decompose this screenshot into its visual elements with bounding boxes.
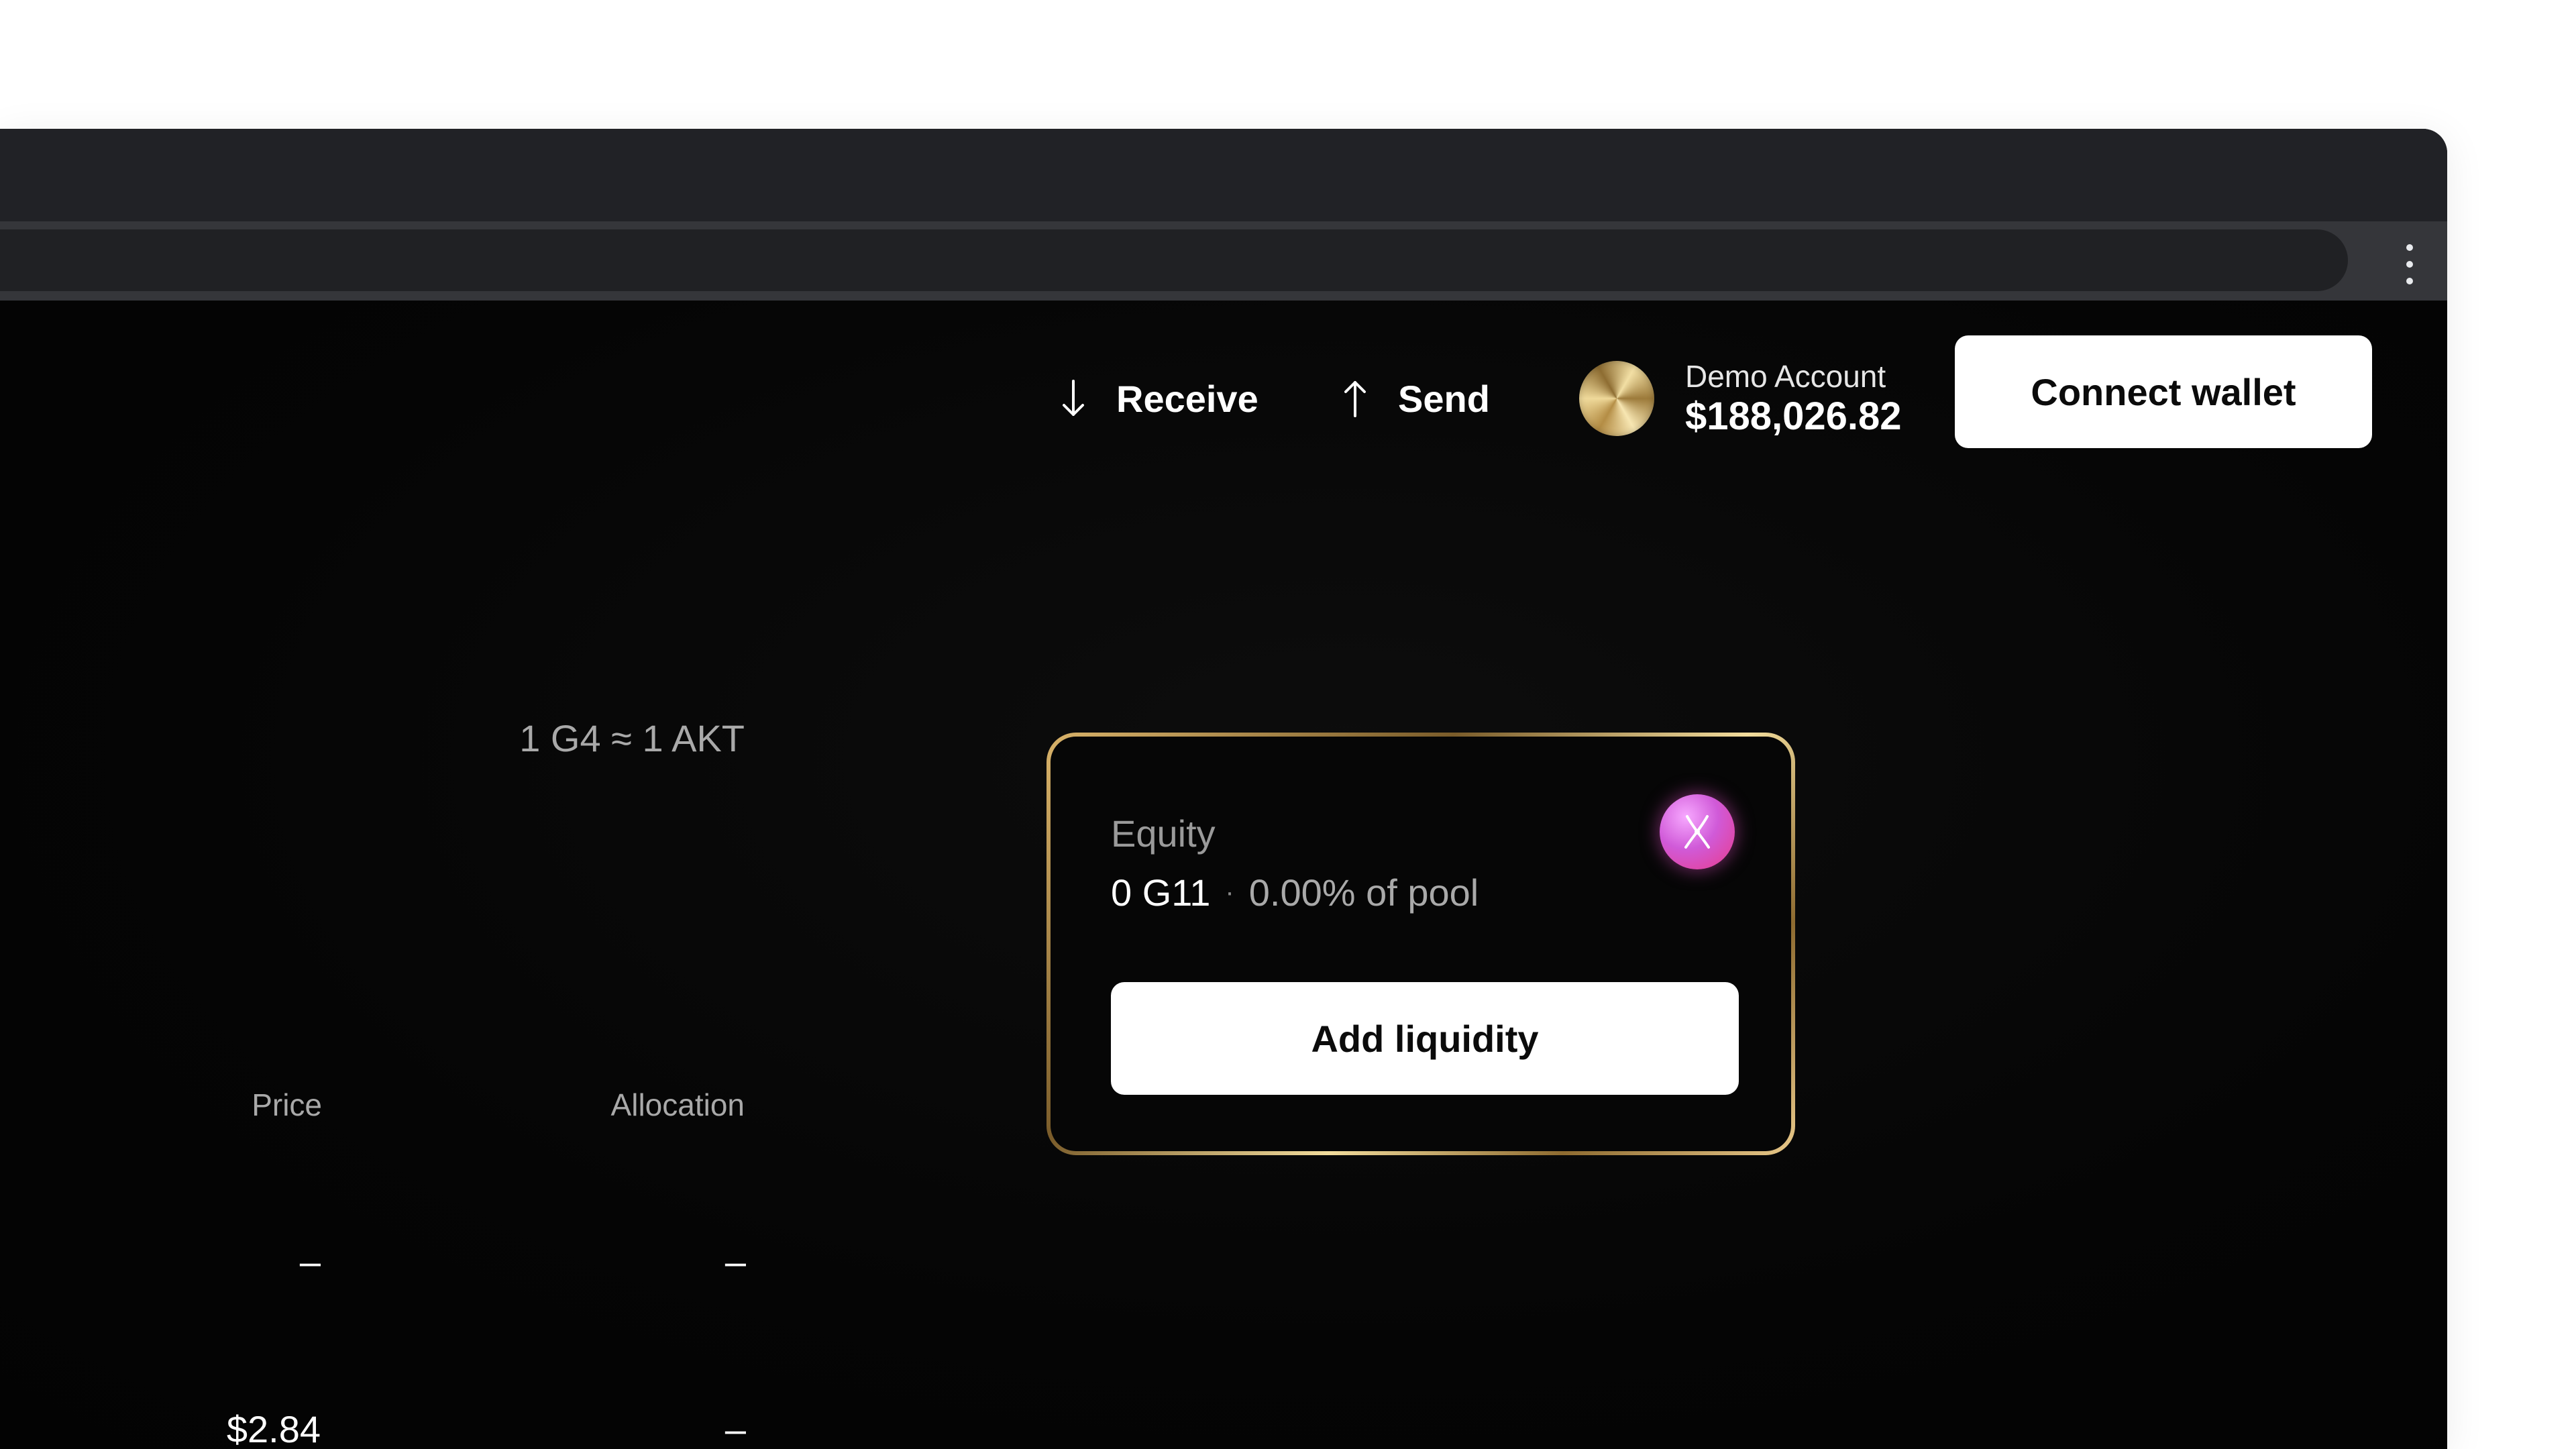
equity-separator: ·: [1225, 877, 1234, 907]
column-header-allocation[interactable]: Allocation: [470, 1087, 745, 1123]
browser-tab-bar: [0, 129, 2447, 221]
arrow-up-icon: [1344, 381, 1366, 417]
connect-wallet-button[interactable]: Connect wallet: [1955, 335, 2372, 448]
page-content: Receive Send Demo Account $188,026.82 Co…: [0, 301, 2447, 1449]
browser-menu-icon[interactable]: [2402, 244, 2418, 284]
table-cell-allocation: –: [724, 1240, 746, 1283]
receive-button[interactable]: Receive: [1060, 370, 1258, 427]
table-cell-price: $2.84: [226, 1408, 321, 1449]
add-liquidity-button[interactable]: Add liquidity: [1111, 982, 1739, 1095]
equity-label: Equity: [1111, 812, 1216, 855]
equity-amount: 0 G11: [1111, 871, 1211, 914]
account-summary[interactable]: Demo Account $188,026.82: [1579, 353, 1902, 444]
pool-share: 0.00% of pool: [1248, 871, 1479, 914]
exchange-rate: 1 G4 ≈ 1 AKT: [519, 717, 745, 759]
send-label: Send: [1398, 377, 1490, 420]
browser-toolbar: [0, 221, 2447, 301]
table-cell-price: –: [299, 1240, 321, 1283]
address-bar[interactable]: [0, 229, 2348, 291]
browser-window: Receive Send Demo Account $188,026.82 Co…: [0, 129, 2447, 1449]
account-name: Demo Account: [1685, 359, 1886, 394]
send-button[interactable]: Send: [1342, 370, 1490, 427]
arrow-down-icon: [1063, 380, 1084, 416]
receive-label: Receive: [1116, 377, 1258, 420]
equity-values: 0 G11 · 0.00% of pool: [1111, 871, 1479, 914]
account-avatar-icon: [1579, 361, 1654, 436]
table-cell-allocation: –: [724, 1408, 746, 1449]
token-x-icon: [1660, 794, 1735, 869]
equity-card: Equity 0 G11 · 0.00% of pool Add liquidi…: [1046, 733, 1795, 1155]
account-balance: $188,026.82: [1685, 394, 1902, 438]
column-header-price[interactable]: Price: [121, 1087, 322, 1123]
